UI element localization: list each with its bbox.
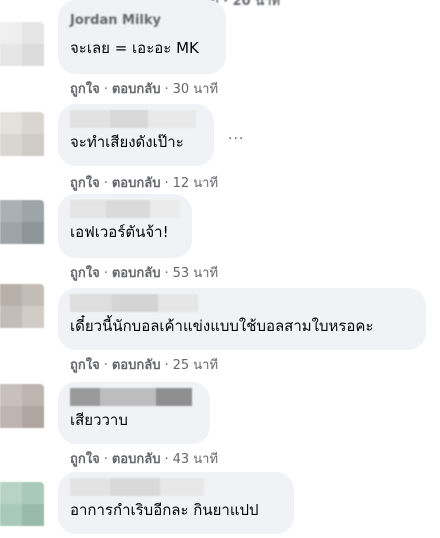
like-link[interactable]: ถูกใจ xyxy=(70,176,100,191)
comment-actions: ถูกใจ · ตอบกลับ · 43 นาที xyxy=(70,452,218,468)
author-name-blurred[interactable] xyxy=(70,388,198,406)
avatar[interactable] xyxy=(0,112,44,156)
separator-dot: · xyxy=(164,358,169,373)
like-link[interactable]: ถูกใจ xyxy=(70,358,100,373)
separator-dot: · xyxy=(103,82,108,97)
comment-text: เดี๋ยวนี้นักบอลเค้าแข่งแบบใช้บอลสามใบหรอ… xyxy=(70,317,374,335)
separator-dot: · xyxy=(103,266,108,281)
separator-dot: · xyxy=(164,266,169,281)
author-name-blurred[interactable] xyxy=(70,294,414,312)
avatar[interactable] xyxy=(0,384,44,428)
comment-text: เสียววาบ xyxy=(70,411,128,429)
more-horizontal-icon[interactable]: ··· xyxy=(228,132,244,146)
separator-dot: · xyxy=(164,82,169,97)
comment-bubble: Jordan Milky จะเลย = เอะอะ MK xyxy=(58,0,226,74)
comment-actions: ถูกใจ · ตอบกลับ · 25 นาที xyxy=(70,358,218,374)
comment-text: จะเลย = เอะอะ MK xyxy=(70,39,199,57)
comment-thread: ตอบกลับ · 20 นาที Jordan Milky จะเลย = เ… xyxy=(0,0,440,538)
comment-actions: ถูกใจ · ตอบกลับ · 12 นาที xyxy=(70,176,218,192)
comment-bubble: อาการกำเริบอีกละ กินยาแปป xyxy=(58,472,294,534)
reply-link[interactable]: ตอบกลับ xyxy=(112,266,161,281)
comment-bubble: จะทำเสียงดังเป๊าะ xyxy=(58,104,214,166)
comment-actions: ถูกใจ · ตอบกลับ · 53 นาที xyxy=(70,266,218,282)
timestamp[interactable]: 43 นาที xyxy=(173,452,218,467)
reply-link[interactable]: ตอบกลับ xyxy=(112,82,161,97)
comment-text: อาการกำเริบอีกละ กินยาแปป xyxy=(70,501,259,519)
timestamp[interactable]: 25 นาที xyxy=(173,358,218,373)
timestamp[interactable]: 30 นาที xyxy=(173,82,218,97)
author-name-blurred[interactable] xyxy=(70,478,282,496)
timestamp[interactable]: 53 นาที xyxy=(173,266,218,281)
comment-bubble: เดี๋ยวนี้นักบอลเค้าแข่งแบบใช้บอลสามใบหรอ… xyxy=(58,288,426,350)
comment-text: จะทำเสียงดังเป๊าะ xyxy=(70,133,184,151)
separator-dot: · xyxy=(164,176,169,191)
reply-link[interactable]: ตอบกลับ xyxy=(112,452,161,467)
avatar[interactable] xyxy=(0,22,44,66)
like-link[interactable]: ถูกใจ xyxy=(70,82,100,97)
avatar[interactable] xyxy=(0,200,44,244)
comment-author[interactable]: Jordan Milky xyxy=(70,12,214,30)
author-name-blurred[interactable] xyxy=(70,200,180,218)
comment-bubble: เสียววาบ xyxy=(58,382,210,444)
separator-dot: · xyxy=(103,358,108,373)
reply-link[interactable]: ตอบกลับ xyxy=(112,176,161,191)
comment-bubble: เอฟเวอร์ตันจ้า! xyxy=(58,194,192,258)
like-link[interactable]: ถูกใจ xyxy=(70,266,100,281)
timestamp[interactable]: 12 นาที xyxy=(173,176,218,191)
reply-link[interactable]: ตอบกลับ xyxy=(112,358,161,373)
avatar[interactable] xyxy=(0,482,44,526)
separator-dot: · xyxy=(164,452,169,467)
separator-dot: · xyxy=(103,176,108,191)
separator-dot: · xyxy=(103,452,108,467)
avatar[interactable] xyxy=(0,284,44,328)
comment-actions: ถูกใจ · ตอบกลับ · 30 นาที xyxy=(70,82,218,98)
comment-text: เอฟเวอร์ตันจ้า! xyxy=(70,223,169,241)
like-link[interactable]: ถูกใจ xyxy=(70,452,100,467)
author-name-blurred[interactable] xyxy=(70,110,202,128)
